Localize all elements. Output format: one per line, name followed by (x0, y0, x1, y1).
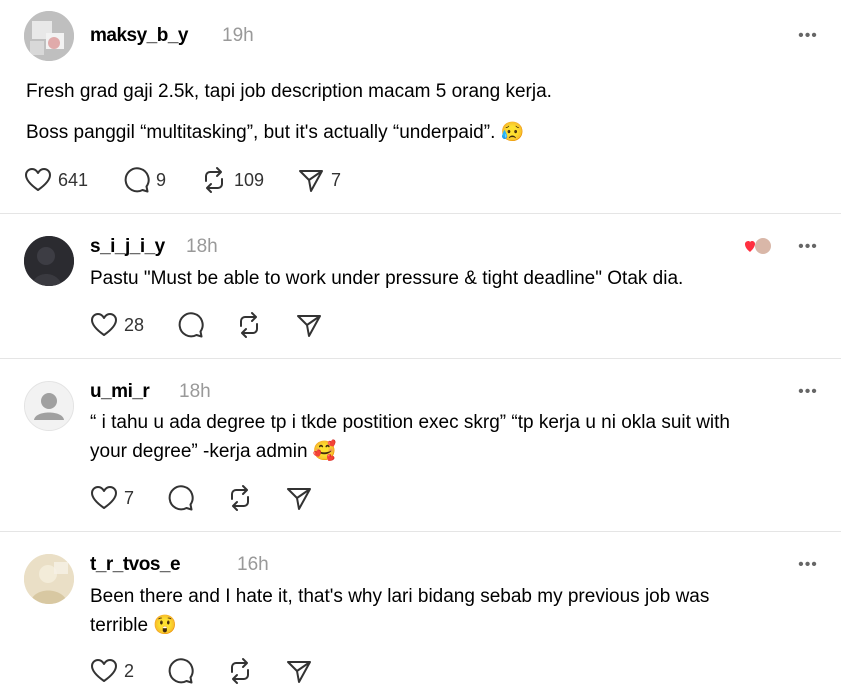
more-icon[interactable]: ••• (793, 556, 823, 574)
comment-icon (178, 312, 204, 338)
repost-button[interactable] (226, 483, 254, 513)
post-text-line-1: “ i tahu u ada degree tp i tkde postitio… (90, 412, 730, 433)
timestamp[interactable]: 16h (237, 554, 269, 576)
username[interactable]: maksy_b_y (90, 25, 188, 47)
share-count: 7 (331, 169, 342, 190)
like-button[interactable]: 2 (90, 656, 134, 686)
send-icon (287, 661, 311, 683)
post-actions: 2 (90, 656, 340, 686)
like-button[interactable]: 28 (90, 310, 144, 340)
share-button[interactable] (285, 483, 313, 513)
share-button[interactable] (285, 656, 313, 686)
avatar[interactable] (24, 11, 74, 61)
comment-icon (124, 167, 150, 193)
avatar[interactable] (24, 381, 74, 431)
like-count: 28 (124, 314, 145, 335)
send-icon (299, 170, 323, 192)
timestamp[interactable]: 18h (179, 381, 211, 403)
repost-icon (231, 658, 249, 684)
divider (0, 358, 841, 359)
share-button[interactable]: 7 (297, 165, 341, 195)
more-icon[interactable]: ••• (793, 238, 823, 256)
like-count: 2 (124, 660, 135, 681)
comment-icon (168, 485, 194, 511)
reply-count: 9 (156, 169, 167, 190)
divider (0, 213, 841, 214)
repost-button[interactable] (226, 656, 254, 686)
divider (0, 531, 841, 532)
post-actions: 7 (90, 483, 340, 513)
post-text-line-1: Pastu "Must be able to work under pressu… (90, 268, 684, 289)
send-icon (287, 488, 311, 510)
more-icon[interactable]: ••• (793, 383, 823, 401)
like-count: 7 (124, 487, 135, 508)
timestamp[interactable]: 18h (186, 236, 218, 258)
reply-button[interactable] (176, 310, 204, 340)
post-text-line-2: your degree” -kerja admin 🥰 (90, 441, 337, 462)
reactions-icon[interactable] (744, 236, 774, 258)
repost-icon (231, 485, 249, 511)
username[interactable]: t_r_tvos_e (90, 554, 181, 576)
heart-icon (91, 313, 117, 336)
post-actions: 641 9 109 7 (24, 165, 364, 195)
send-icon (297, 315, 321, 337)
timestamp[interactable]: 19h (222, 25, 254, 47)
repost-icon (205, 167, 223, 193)
heart-icon (91, 486, 117, 509)
like-button[interactable]: 641 (24, 165, 88, 195)
repost-button[interactable] (235, 310, 263, 340)
share-button[interactable] (295, 310, 323, 340)
heart-icon (91, 659, 117, 682)
like-count: 641 (58, 169, 89, 190)
more-icon[interactable]: ••• (793, 27, 823, 45)
avatar[interactable] (24, 554, 74, 604)
repost-icon (240, 312, 258, 338)
reply-button[interactable]: 9 (122, 165, 166, 195)
post-text-line-2: Boss panggil “multitasking”, but it's ac… (26, 122, 525, 143)
post-text-line-2: terrible 😲 (90, 615, 178, 636)
reply-button[interactable] (166, 656, 194, 686)
comment-icon (168, 658, 194, 684)
repost-count: 109 (234, 169, 265, 190)
post-text-line-1: Fresh grad gaji 2.5k, tapi job descripti… (26, 81, 552, 102)
post-actions: 28 (90, 310, 340, 340)
username[interactable]: s_i_j_i_y (90, 236, 165, 258)
heart-icon (25, 168, 51, 191)
like-button[interactable]: 7 (90, 483, 134, 513)
repost-button[interactable]: 109 (200, 165, 264, 195)
username[interactable]: u_mi_r (90, 381, 150, 403)
post-text-line-1: Been there and I hate it, that's why lar… (90, 586, 710, 607)
reply-button[interactable] (166, 483, 194, 513)
avatar[interactable] (24, 236, 74, 286)
